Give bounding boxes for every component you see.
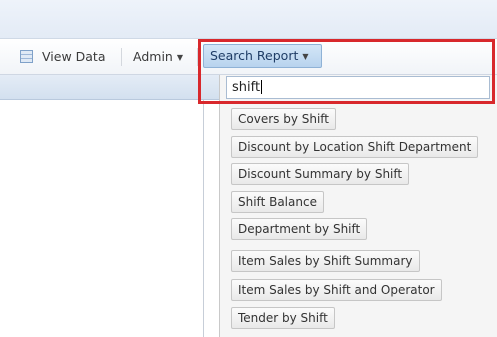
- admin-label: Admin: [133, 49, 173, 64]
- report-item[interactable]: Covers by Shift: [231, 108, 337, 130]
- view-data-label: View Data: [42, 49, 106, 64]
- report-item[interactable]: Department by Shift: [231, 218, 368, 240]
- report-item[interactable]: Item Sales by Shift Summary: [231, 250, 420, 272]
- toolbar-divider: [121, 48, 122, 66]
- report-item[interactable]: Tender by Shift: [231, 307, 335, 329]
- report-item[interactable]: Item Sales by Shift and Operator: [231, 279, 442, 301]
- report-item[interactable]: Discount by Location Shift Department: [231, 136, 479, 158]
- table-icon: [20, 50, 33, 63]
- highlight-box: [198, 39, 495, 104]
- content-pane: [0, 100, 204, 337]
- report-item[interactable]: Discount Summary by Shift: [231, 163, 410, 185]
- top-banner: [0, 0, 497, 39]
- caret-down-icon: ▼: [176, 53, 183, 62]
- view-data-button[interactable]: View Data: [20, 39, 105, 74]
- report-item[interactable]: Shift Balance: [231, 191, 324, 213]
- admin-menu-button[interactable]: Admin ▼: [133, 39, 183, 74]
